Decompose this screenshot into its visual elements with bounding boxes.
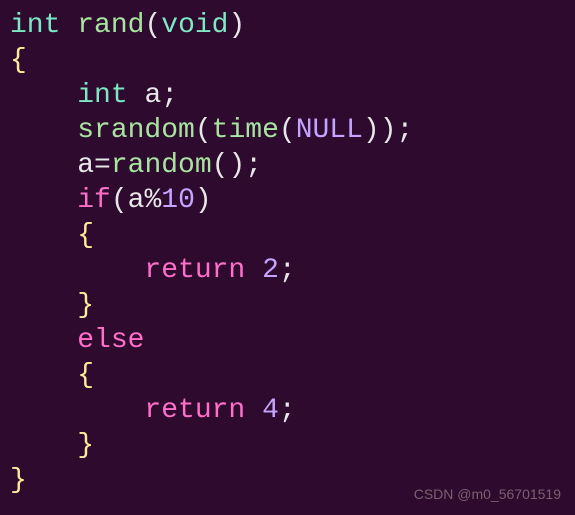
paren: ) xyxy=(228,150,245,181)
paren: ( xyxy=(111,185,128,216)
code-line-12: return 4; xyxy=(10,393,565,428)
paren: ) xyxy=(228,10,245,41)
function-name: rand xyxy=(77,10,144,41)
number-literal: 2 xyxy=(262,255,279,286)
mod-operator: % xyxy=(144,185,161,216)
open-brace: { xyxy=(77,360,94,391)
paren: ) xyxy=(363,115,380,146)
paren: ( xyxy=(144,10,161,41)
void-keyword: void xyxy=(161,10,228,41)
code-line-4: srandom(time(NULL)); xyxy=(10,113,565,148)
code-line-8: return 2; xyxy=(10,253,565,288)
code-line-1: int rand(void) xyxy=(10,8,565,43)
watermark: CSDN @m0_56701519 xyxy=(414,486,561,504)
code-line-6: if(a%10) xyxy=(10,183,565,218)
open-brace: { xyxy=(10,45,27,76)
semicolon: ; xyxy=(279,395,296,426)
function-call: time xyxy=(212,115,279,146)
identifier: a xyxy=(128,185,145,216)
null-constant: NULL xyxy=(296,115,363,146)
function-call: srandom xyxy=(77,115,195,146)
semicolon: ; xyxy=(161,80,178,111)
type-keyword: int xyxy=(10,10,60,41)
semicolon: ; xyxy=(397,115,414,146)
code-line-11: { xyxy=(10,358,565,393)
open-brace: { xyxy=(77,220,94,251)
code-line-2: { xyxy=(10,43,565,78)
if-keyword: if xyxy=(77,185,111,216)
code-line-13: } xyxy=(10,428,565,463)
semicolon: ; xyxy=(279,255,296,286)
identifier: a xyxy=(144,80,161,111)
number-literal: 10 xyxy=(161,185,195,216)
code-line-9: } xyxy=(10,288,565,323)
close-brace: } xyxy=(10,465,27,496)
paren: ( xyxy=(195,115,212,146)
close-brace: } xyxy=(77,290,94,321)
assign-operator: = xyxy=(94,150,111,181)
code-line-7: { xyxy=(10,218,565,253)
paren: ( xyxy=(212,150,229,181)
code-line-5: a=random(); xyxy=(10,148,565,183)
return-keyword: return xyxy=(144,395,245,426)
close-brace: } xyxy=(77,430,94,461)
function-call: random xyxy=(111,150,212,181)
return-keyword: return xyxy=(144,255,245,286)
code-line-3: int a; xyxy=(10,78,565,113)
paren: ) xyxy=(195,185,212,216)
code-line-10: else xyxy=(10,323,565,358)
paren: ) xyxy=(380,115,397,146)
code-block: int rand(void) { int a; srandom(time(NUL… xyxy=(10,8,565,498)
semicolon: ; xyxy=(245,150,262,181)
paren: ( xyxy=(279,115,296,146)
type-keyword: int xyxy=(77,80,127,111)
else-keyword: else xyxy=(77,325,144,356)
identifier: a xyxy=(77,150,94,181)
number-literal: 4 xyxy=(262,395,279,426)
